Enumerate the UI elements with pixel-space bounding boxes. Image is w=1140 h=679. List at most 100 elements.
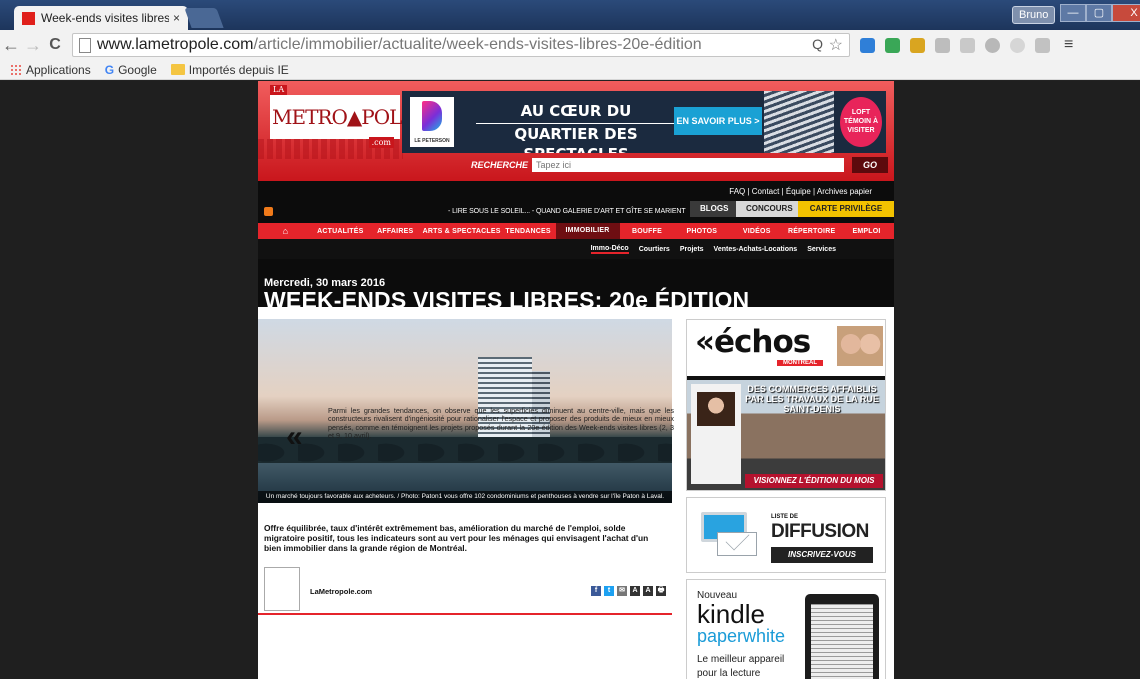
echos-header: «échos MONTRÉAL	[687, 320, 885, 374]
article-body: Parmi les grandes tendances, on observe …	[328, 406, 674, 441]
nav-affaires[interactable]: AFFAIRES	[368, 228, 423, 235]
kindle-tagline: Le meilleur appareil	[697, 654, 785, 665]
extension-chart-icon[interactable]	[860, 37, 875, 53]
tab-title: Week-ends visites libres: 2	[41, 11, 169, 25]
apps-icon	[10, 63, 22, 76]
kindle-screen	[811, 604, 873, 679]
extension-s-icon[interactable]	[960, 37, 975, 53]
photo-caption: Un marché toujours favorable aux acheteu…	[258, 491, 672, 503]
nav-bouffe[interactable]: BOUFFE	[620, 228, 675, 235]
diffusion-title: DIFFUSION	[771, 521, 869, 542]
bookmark-star-icon[interactable]: ☆	[829, 35, 843, 55]
subnav-immo-deco[interactable]: Immo-Déco	[590, 245, 629, 254]
kindle-device-image	[805, 594, 879, 679]
bookmarks-bar: Applications G Google Importés depuis IE	[0, 60, 1140, 80]
banner-line1: AU CŒUR DU	[520, 102, 632, 120]
echos-headline: DES COMMERCES AFFAIBLIS PAR LES TRAVAUX …	[745, 384, 879, 414]
tab-concours[interactable]: CONCOURS	[736, 201, 798, 217]
back-button[interactable]: ←	[0, 35, 22, 56]
extension-block-icon[interactable]	[985, 37, 1000, 53]
kindle-logo: kindle	[697, 599, 765, 629]
address-bar[interactable]: www.lametropole.com /article/immobilier/…	[72, 33, 850, 57]
utility-links[interactable]: FAQ | Contact | Équipe | Archives papier	[729, 187, 872, 196]
author-name: LaMetropole.com	[310, 587, 373, 596]
font-larger-icon[interactable]: A	[643, 586, 653, 596]
font-smaller-icon[interactable]: A	[630, 586, 640, 596]
nav-repertoire[interactable]: RÉPERTOIRE	[784, 228, 839, 235]
search-input[interactable]	[532, 158, 844, 172]
page-viewport: LA METRO▲POLE .com LE PETERSON AU CŒUR D…	[0, 81, 1140, 679]
menu-icon[interactable]: ≡	[1064, 36, 1073, 54]
kindle-ad[interactable]: Nouveau kindle paperwhite Le meilleur ap…	[686, 579, 886, 679]
utility-bar: FAQ | Contact | Équipe | Archives papier…	[258, 181, 894, 223]
extension-n-icon[interactable]	[1035, 37, 1050, 53]
peterson-p-icon	[422, 101, 442, 131]
drive-icon[interactable]	[885, 37, 900, 53]
site-logo[interactable]: LA METRO▲POLE .com	[270, 85, 416, 148]
print-icon[interactable]: 🖶	[656, 586, 666, 596]
browser-titlebar: Week-ends visites libres: 2 × Bruno — ▢ …	[0, 0, 1140, 30]
new-tab-button[interactable]	[184, 8, 224, 28]
banner-cta-button[interactable]: EN SAVOIR PLUS >	[674, 107, 762, 135]
browser-toolbar: ← → C www.lametropole.com /article/immob…	[0, 30, 1140, 60]
zoom-icon[interactable]: Q	[812, 36, 823, 52]
favicon-icon	[22, 11, 35, 25]
echos-cta-button[interactable]: VISIONNEZ L'ÉDITION DU MOIS	[745, 474, 883, 488]
profile-button[interactable]: Bruno	[1012, 6, 1056, 24]
nav-tendances[interactable]: TENDANCES	[501, 228, 556, 235]
tab-blogs[interactable]: BLOGS	[690, 201, 736, 217]
sub-nav: Immo-Déco Courtiers Projets Ventes-Achat…	[258, 239, 894, 259]
nav-actualites[interactable]: ACTUALITÉS	[313, 228, 368, 235]
article-title: WEEK-ENDS VISITES LIBRES: 20e ÉDITION	[264, 287, 750, 313]
extension-face-icon[interactable]	[910, 37, 925, 53]
window-controls: — ▢ X	[1060, 4, 1140, 22]
facebook-icon[interactable]: f	[591, 586, 601, 596]
url-path: /article/immobilier/actualite/week-ends-…	[253, 36, 702, 53]
browser-tab[interactable]: Week-ends visites libres: 2 ×	[14, 6, 188, 30]
reload-button[interactable]: C	[44, 36, 66, 54]
article-byline: LaMetropole.com f t ✉ A A 🖶	[258, 567, 672, 615]
home-icon[interactable]: ⌂	[258, 226, 313, 236]
nav-arts-spectacles[interactable]: ARTS & SPECTACLES	[423, 228, 501, 235]
banner-ad[interactable]: LE PETERSON AU CŒUR DU QUARTIER DES SPEC…	[402, 91, 886, 153]
news-ticker[interactable]: - LIRE SOUS LE SOLEIL... - QUAND GALERIE…	[448, 208, 686, 215]
nav-emploi[interactable]: EMPLOI	[839, 228, 894, 235]
search-go-button[interactable]: GO	[852, 157, 888, 173]
forward-button[interactable]: →	[22, 35, 44, 56]
bookmark-google[interactable]: G Google	[105, 63, 157, 77]
bookmark-folder-ie[interactable]: Importés depuis IE	[170, 63, 289, 77]
extension-circle-icon[interactable]	[1010, 37, 1025, 53]
nav-videos[interactable]: VIDÉOS	[729, 228, 784, 235]
echos-ad[interactable]: «échos MONTRÉAL DES COMMERCES AFFAIBLIS …	[686, 319, 886, 491]
banner-tower-image	[764, 91, 834, 153]
search-label: RECHERCHE	[470, 160, 528, 170]
echos-logo: «échos	[695, 324, 811, 360]
logo-prefix: LA	[270, 85, 288, 95]
minimize-button[interactable]: —	[1060, 4, 1086, 22]
tab-carte-privilege[interactable]: CARTE PRIVILÈGE	[798, 201, 894, 217]
article-lede: Offre équilibrée, taux d'intérêt extrême…	[264, 523, 649, 553]
kindle-tagline-2: pour la lecture	[697, 668, 761, 679]
feature-tabs: BLOGS CONCOURS CARTE PRIVILÈGE	[690, 201, 894, 217]
subnav-services[interactable]: Services	[807, 246, 836, 253]
echos-portraits	[837, 326, 883, 366]
nav-photos[interactable]: PHOTOS	[674, 228, 729, 235]
email-icon[interactable]: ✉	[617, 586, 627, 596]
article-column: Un marché toujours favorable aux acheteu…	[258, 319, 682, 615]
site-header: LA METRO▲POLE .com LE PETERSON AU CŒUR D…	[258, 81, 894, 181]
subnav-ventes[interactable]: Ventes-Achats-Locations	[714, 246, 798, 253]
nav-immobilier[interactable]: IMMOBILIER	[555, 223, 620, 239]
maximize-button[interactable]: ▢	[1086, 4, 1112, 22]
diffusion-ad[interactable]: LISTE DE DIFFUSION INSCRIVEZ-VOUS	[686, 497, 886, 573]
site-container: LA METRO▲POLE .com LE PETERSON AU CŒUR D…	[258, 81, 894, 679]
twitter-icon[interactable]: t	[604, 586, 614, 596]
subnav-projets[interactable]: Projets	[680, 246, 704, 253]
share-tools: f t ✉ A A 🖶	[591, 586, 666, 596]
extension-gray-icon[interactable]	[935, 37, 950, 53]
bookmark-applications[interactable]: Applications	[10, 63, 91, 77]
tab-close-icon[interactable]: ×	[173, 11, 180, 25]
subscribe-button[interactable]: INSCRIVEZ-VOUS	[771, 547, 873, 563]
subnav-courtiers[interactable]: Courtiers	[639, 246, 670, 253]
close-window-button[interactable]: X	[1112, 4, 1140, 22]
rss-icon[interactable]	[264, 207, 273, 216]
